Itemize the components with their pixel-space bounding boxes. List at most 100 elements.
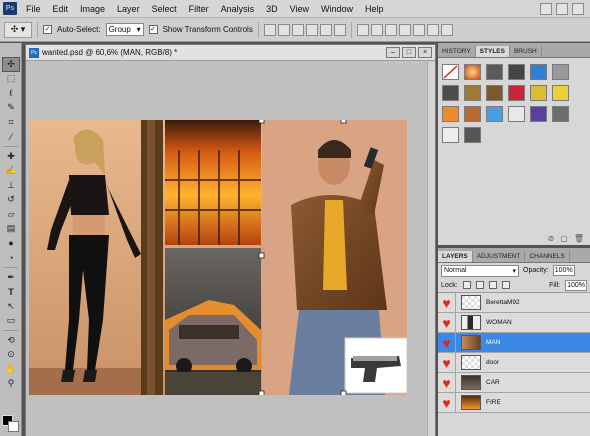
menu-help[interactable]: Help (359, 4, 390, 14)
healing-brush-tool-icon[interactable]: ✚ (2, 149, 20, 164)
style-swatch[interactable] (464, 64, 481, 80)
layer-row[interactable]: ♥ CAR (438, 372, 590, 393)
background-color-swatch[interactable] (8, 421, 19, 432)
distribute-right-icon[interactable] (426, 23, 439, 36)
new-style-icon[interactable]: ▢ (560, 234, 568, 243)
shape-tool-icon[interactable]: ▭ (2, 314, 20, 329)
vertical-scrollbar[interactable] (427, 62, 435, 436)
style-swatch[interactable] (552, 64, 569, 80)
style-swatch[interactable] (508, 85, 525, 101)
menu-layer[interactable]: Layer (111, 4, 146, 14)
menu-select[interactable]: Select (146, 4, 183, 14)
artwork-canvas[interactable] (29, 120, 407, 395)
distribute-bottom-icon[interactable] (384, 23, 397, 36)
quick-select-tool-icon[interactable]: ✎ (2, 101, 20, 116)
tab-brush[interactable]: BRUSH (510, 46, 542, 57)
visibility-heart-icon[interactable]: ♥ (438, 372, 456, 393)
menu-3d[interactable]: 3D (260, 4, 284, 14)
tab-styles[interactable]: STYLES (475, 46, 510, 57)
visibility-heart-icon[interactable]: ♥ (438, 352, 456, 373)
style-swatch[interactable] (464, 127, 481, 143)
style-swatch[interactable] (464, 85, 481, 101)
style-swatch[interactable] (508, 64, 525, 80)
zoom-level-icon[interactable] (572, 2, 584, 15)
minimize-icon[interactable]: – (386, 47, 400, 58)
style-swatch[interactable] (486, 85, 503, 101)
menu-edit[interactable]: Edit (47, 4, 75, 14)
transform-controls-checkbox[interactable]: ✓ (148, 25, 158, 34)
style-swatch[interactable] (486, 64, 503, 80)
distribute-left-icon[interactable] (398, 23, 411, 36)
brush-tool-icon[interactable]: ✍ (2, 164, 20, 179)
align-center-icon[interactable] (319, 23, 332, 36)
auto-align-icon[interactable] (440, 23, 453, 36)
layer-row-selected[interactable]: ♥ MAN (438, 332, 590, 353)
lock-transparent-icon[interactable] (462, 281, 471, 289)
style-swatch[interactable] (508, 106, 525, 122)
distribute-top-icon[interactable] (356, 23, 369, 36)
3d-rotate-tool-icon[interactable]: ⟲ (2, 333, 20, 348)
layer-row[interactable]: ♥ door (438, 352, 590, 373)
layer-row[interactable]: ♥ FIRE (438, 392, 590, 413)
3d-orbit-tool-icon[interactable]: ⊙ (2, 348, 20, 363)
opacity-field[interactable]: 100% (552, 265, 575, 276)
style-swatch[interactable] (442, 85, 459, 101)
hand-tool-icon[interactable]: ✋ (2, 362, 20, 377)
screen-mode-icon[interactable] (556, 2, 568, 15)
blur-tool-icon[interactable]: ● (2, 236, 20, 251)
tab-layers[interactable]: LAYERS (438, 251, 473, 262)
style-swatch[interactable] (464, 106, 481, 122)
history-brush-tool-icon[interactable]: ↺ (2, 193, 20, 208)
visibility-heart-icon[interactable]: ♥ (438, 392, 456, 413)
style-swatch-none[interactable] (442, 64, 459, 80)
visibility-heart-icon[interactable]: ♥ (438, 312, 456, 333)
dodge-tool-icon[interactable]: ◔ (2, 251, 20, 266)
style-swatch[interactable] (530, 106, 547, 122)
visibility-heart-icon[interactable]: ♥ (438, 292, 456, 313)
delete-style-icon[interactable]: 🗑 (574, 234, 584, 243)
layer-row[interactable]: ♥ WOMAN (438, 312, 590, 333)
style-swatch[interactable] (552, 106, 569, 122)
maximize-icon[interactable]: □ (402, 47, 416, 58)
clear-style-icon[interactable]: ⊘ (548, 234, 555, 243)
move-tool-preset-button[interactable]: ✣ ▾ (4, 21, 32, 38)
align-top-icon[interactable] (263, 23, 276, 36)
distribute-middle-icon[interactable] (370, 23, 383, 36)
menu-analysis[interactable]: Analysis (215, 4, 261, 14)
distribute-center-icon[interactable] (412, 23, 425, 36)
style-swatch[interactable] (530, 85, 547, 101)
gradient-tool-icon[interactable]: ▤ (2, 222, 20, 237)
path-select-tool-icon[interactable]: ↖ (2, 299, 20, 314)
layer-row[interactable]: ♥ BerettaM92 (438, 292, 590, 313)
align-right-icon[interactable] (333, 23, 346, 36)
menu-view[interactable]: View (284, 4, 315, 14)
tab-adjustments[interactable]: ADJUSTMENT (473, 251, 526, 262)
style-swatch[interactable] (530, 64, 547, 80)
eyedropper-tool-icon[interactable]: ⁄ (2, 130, 20, 145)
lock-all-icon[interactable] (501, 281, 510, 289)
pen-tool-icon[interactable]: ✒ (2, 270, 20, 285)
marquee-tool-icon[interactable]: ⬚ (2, 72, 20, 87)
close-icon[interactable]: × (418, 47, 432, 58)
align-middle-icon[interactable] (277, 23, 290, 36)
style-swatch[interactable] (552, 85, 569, 101)
move-tool-icon[interactable]: ✣ (2, 57, 20, 72)
auto-select-checkbox[interactable]: ✓ (43, 25, 52, 34)
align-bottom-icon[interactable] (291, 23, 304, 36)
type-tool-icon[interactable]: T (2, 285, 20, 300)
lock-pixels-icon[interactable] (475, 281, 484, 289)
workspace-icon[interactable] (540, 2, 552, 15)
blend-mode-dropdown[interactable]: Normal ▾ (441, 264, 519, 277)
menu-file[interactable]: File (20, 4, 47, 14)
canvas-area[interactable] (26, 62, 435, 436)
style-swatch[interactable] (442, 106, 459, 122)
tab-channels[interactable]: CHANNELS (525, 251, 570, 262)
document-tab[interactable]: Ps wanted.psd @ 60,6% (MAN, RGB/8) * – □… (26, 45, 435, 61)
visibility-heart-icon[interactable]: ♥ (438, 332, 456, 353)
style-swatch[interactable] (442, 127, 459, 143)
lock-position-icon[interactable] (488, 281, 497, 289)
crop-tool-icon[interactable]: ⌗ (2, 115, 20, 130)
menu-filter[interactable]: Filter (183, 4, 215, 14)
eraser-tool-icon[interactable]: ▱ (2, 207, 20, 222)
menu-image[interactable]: Image (74, 4, 111, 14)
